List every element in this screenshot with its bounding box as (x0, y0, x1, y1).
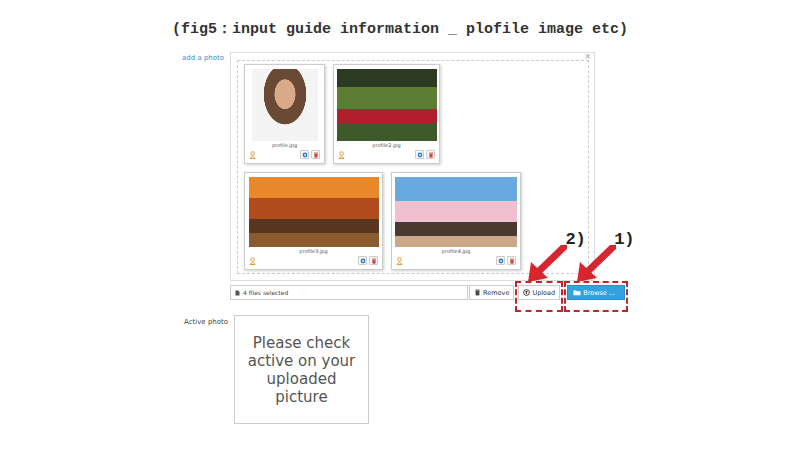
thumbnail-card[interactable]: profile3.jpg (244, 172, 383, 270)
upload-icon (523, 289, 530, 296)
zoom-icon (360, 258, 366, 264)
delete-button[interactable] (507, 256, 516, 265)
trash-icon (371, 258, 377, 264)
button-label: Upload (532, 289, 555, 297)
file-name: profile2.jpg (372, 141, 400, 149)
zoom-button[interactable] (358, 256, 367, 265)
placeholder-text: Please check active on your uploaded pic… (245, 334, 358, 406)
file-name: profile.jpg (272, 141, 297, 149)
arrow-icon (527, 245, 567, 283)
zoom-icon (302, 152, 308, 158)
drag-handle-icon (396, 257, 403, 265)
file-name: profile3.jpg (299, 247, 327, 255)
file-input-bar: 4 files selectedRemoveUpload2)Browse ...… (230, 281, 800, 312)
file-field[interactable]: 4 files selected (230, 285, 468, 300)
figure-title: (fig5：input guide information _ plofile … (0, 0, 800, 40)
file-name: profile4.jpg (442, 247, 470, 255)
annotation-box: Upload2) (515, 281, 563, 312)
thumbnail-card[interactable]: profile2.jpg (333, 64, 440, 164)
close-button[interactable]: × (584, 53, 591, 61)
add-photo-label: add a photo (0, 52, 230, 281)
thumbnail-card[interactable]: profile.jpg (244, 64, 325, 164)
photo (249, 177, 379, 247)
drag-handle-icon (249, 151, 256, 159)
preview-area: profile.jpg profile2.jpg profile3.jpg profi… (237, 60, 589, 274)
trash-icon (428, 152, 434, 158)
remove-button[interactable]: Remove (469, 285, 514, 300)
trash-icon (474, 289, 481, 296)
annotation-label: 2) (565, 231, 585, 249)
thumbnail-card[interactable]: profile4.jpg (391, 172, 521, 270)
zoom-button[interactable] (415, 150, 424, 159)
photo (337, 69, 437, 141)
folder-icon (573, 289, 581, 296)
delete-button[interactable] (311, 150, 320, 159)
zoom-icon (417, 152, 423, 158)
active-photo-label: Active photo (0, 315, 230, 424)
drag-handle-icon (249, 257, 256, 265)
trash-icon (509, 258, 515, 264)
drag-handle-icon (338, 151, 345, 159)
browse-button[interactable]: Browse ... (567, 285, 625, 300)
file-count: 4 files selected (243, 289, 288, 296)
trash-icon (313, 152, 319, 158)
upload-panel: ×profile.jpgprofile2.jpgprofile3.jpgprof… (230, 52, 595, 281)
delete-button[interactable] (369, 256, 378, 265)
upload-button[interactable]: Upload (518, 285, 560, 300)
zoom-icon (498, 258, 504, 264)
arrow-icon (576, 245, 616, 283)
file-icon (235, 290, 240, 296)
annotation-box: Browse ...1) (564, 281, 628, 312)
photo (395, 177, 517, 247)
delete-button[interactable] (426, 150, 435, 159)
photo (252, 69, 318, 141)
active-photo-box: Please check active on your uploaded pic… (234, 315, 369, 424)
zoom-button[interactable] (300, 150, 309, 159)
zoom-button[interactable] (496, 256, 505, 265)
button-label: Browse ... (583, 289, 615, 297)
annotation-label: 1) (614, 231, 634, 249)
button-label: Remove (483, 289, 509, 297)
